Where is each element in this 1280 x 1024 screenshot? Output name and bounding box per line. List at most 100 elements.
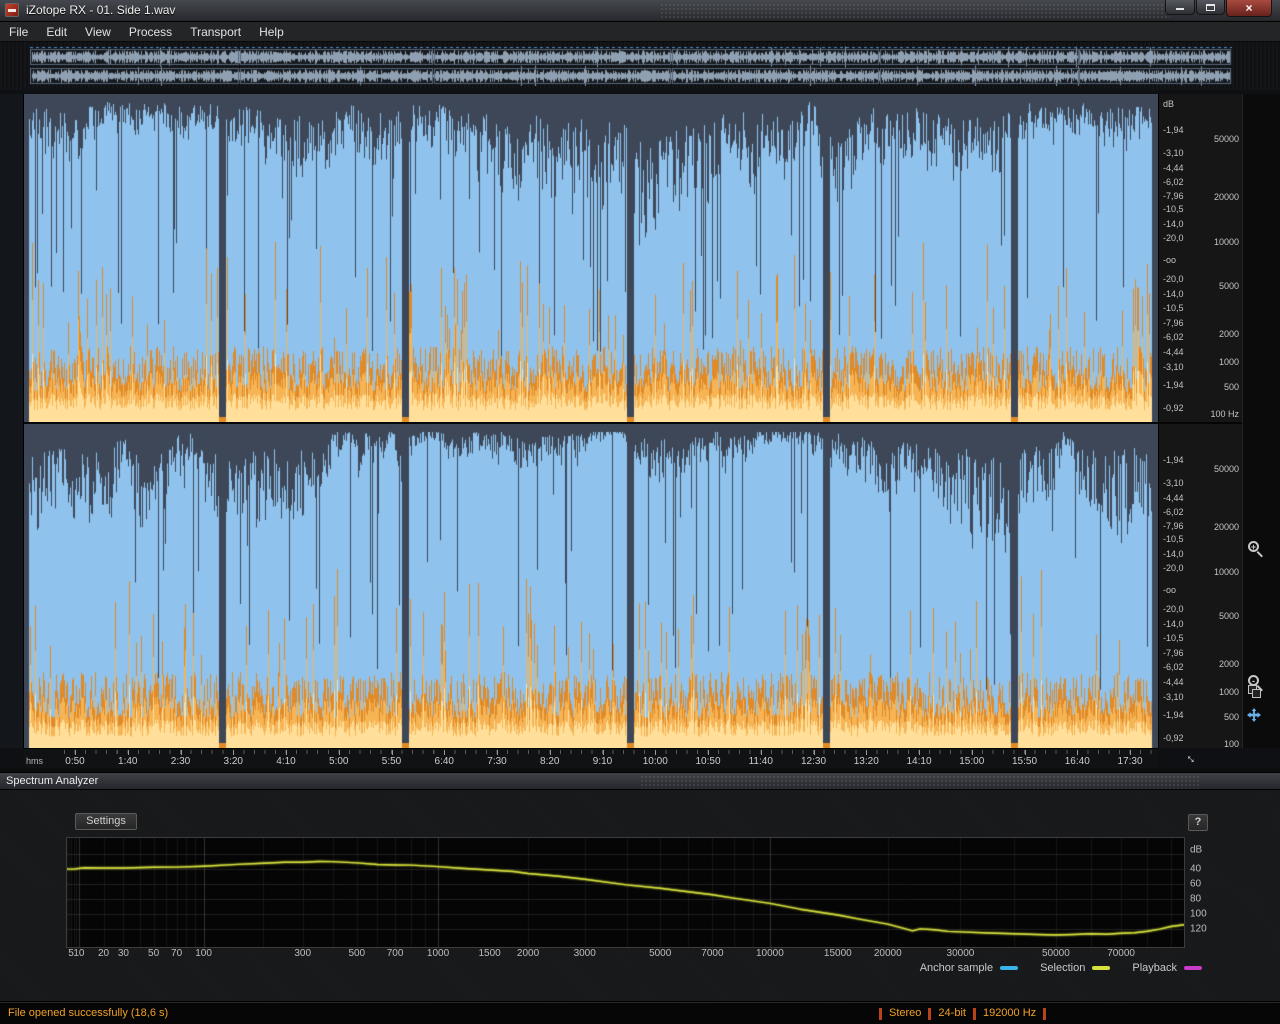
maximize-button[interactable]: [1196, 0, 1225, 15]
overview-waveform-canvas[interactable]: [30, 46, 1232, 86]
minimize-icon: [1176, 8, 1184, 10]
minimize-button[interactable]: [1165, 0, 1195, 15]
spectrum-freq-tick: 300: [294, 948, 312, 959]
title-bar[interactable]: iZotope RX - 01. Side 1.wav ×: [0, 0, 1280, 22]
pan-tool-icon[interactable]: [1247, 708, 1265, 726]
freq-scale-label: 100 Hz: [1210, 409, 1239, 419]
menu-item-help[interactable]: Help: [250, 22, 293, 42]
status-bar: File opened successfully (18,6 s) Stereo…: [0, 1002, 1280, 1024]
menu-item-view[interactable]: View: [76, 22, 120, 42]
ruler-time-label: 13:20: [853, 756, 879, 767]
db-scale-label: -10,5: [1163, 633, 1184, 643]
legend-swatch: [1000, 966, 1019, 970]
zoom-selection-icon[interactable]: [1247, 684, 1265, 702]
status-separator: [928, 1007, 932, 1020]
waveform-right-channel[interactable]: [24, 424, 1158, 748]
ruler-time-label: 7:30: [487, 756, 507, 767]
window-title: iZotope RX - 01. Side 1.wav: [26, 3, 176, 17]
ruler-tickmark: [444, 750, 446, 755]
db-scale-header: dB: [1163, 99, 1175, 109]
db-scale-label: -6,02: [1163, 332, 1184, 342]
menu-item-process[interactable]: Process: [120, 22, 181, 42]
status-format-item: 24-bit: [938, 1007, 966, 1019]
ruler-tickmark: [391, 750, 393, 755]
db-scale-label: -3,10: [1163, 478, 1184, 488]
freq-scale-label: 500: [1223, 382, 1239, 392]
ruler-time-label: 17:30: [1117, 756, 1143, 767]
legend-label: Selection: [1040, 962, 1086, 974]
db-scale-label: -10,5: [1163, 534, 1184, 544]
legend-swatch: [1092, 966, 1111, 970]
db-scale-label: -4,44: [1163, 347, 1184, 357]
status-separator: [972, 1007, 976, 1020]
freq-scale-label: 1000: [1218, 687, 1239, 697]
spectrum-plot-frame: [66, 837, 1185, 948]
spectrum-canvas[interactable]: [67, 838, 1184, 947]
ruler-time-label: 8:20: [540, 756, 560, 767]
spectrum-db-tick: 100: [1190, 908, 1207, 920]
close-icon: ×: [1245, 1, 1253, 15]
legend-item-playback: Playback: [1132, 962, 1202, 974]
spectrum-analyzer-titlebar[interactable]: Spectrum Analyzer: [0, 772, 1280, 790]
ruler-tickmark: [708, 750, 709, 755]
status-format-item: Stereo: [889, 1007, 922, 1019]
spectrum-freq-tick: 50: [148, 948, 160, 959]
ruler-time-label: 2:30: [170, 756, 191, 767]
db-scale-label: -20,0: [1163, 274, 1184, 284]
freq-scale-label: 2000: [1218, 329, 1239, 339]
ruler-tickmark: [127, 750, 129, 755]
status-separator: [879, 1007, 882, 1020]
db-scale-label: -oo: [1163, 585, 1177, 595]
ruler-tickmark: [1130, 750, 1131, 755]
spectrum-legend: Anchor sample Selection Playback: [920, 962, 1202, 974]
spectrum-freq-tick: 1000: [426, 948, 450, 959]
help-button[interactable]: ?: [1188, 814, 1208, 831]
db-scale-label: -4,44: [1163, 163, 1184, 173]
db-scale-label: -1,94: [1163, 710, 1184, 720]
settings-button[interactable]: Settings: [75, 813, 137, 830]
ruler-tickmark: [602, 750, 604, 755]
ruler-time-label: 14:10: [906, 756, 932, 767]
overview-strip: [0, 42, 1280, 90]
status-format-group: Stereo 24-bit 192000 Hz: [872, 1003, 1053, 1024]
spectrum-freq-tick: 10000: [755, 948, 784, 959]
menu-item-file[interactable]: File: [0, 22, 37, 42]
spectrum-db-tick: dB: [1190, 844, 1203, 856]
ruler-minor-ticks: [64, 750, 1154, 754]
ruler-tickmark: [75, 750, 76, 755]
spectrum-freq-tick: 500: [348, 948, 366, 959]
ruler-time-label: 15:50: [1011, 756, 1038, 767]
ruler-tickmark: [866, 750, 868, 755]
menu-item-transport[interactable]: Transport: [181, 22, 250, 42]
db-scale-label: -1,94: [1163, 380, 1184, 390]
ruler-tickmark: [1024, 750, 1026, 755]
spectrum-freq-tick: 7000: [701, 948, 724, 959]
spectrum-freq-tick: 15000: [823, 948, 852, 959]
freq-scale-label: 5000: [1218, 281, 1239, 291]
spectrum-analyzer-title: Spectrum Analyzer: [6, 775, 99, 787]
spectrum-freq-tick: 5000: [649, 948, 672, 959]
ruler-time-label: 10:50: [695, 756, 721, 767]
legend-label: Playback: [1132, 962, 1177, 974]
db-scale-label: -7,96: [1163, 648, 1184, 658]
left-gutter: [0, 94, 24, 748]
spectrum-titlebar-texture: [640, 775, 1200, 789]
spectrum-db-tick: 120: [1190, 923, 1207, 935]
menu-bar: File Edit View Process Transport Help: [0, 22, 1280, 42]
spectrum-freq-tick: 20: [98, 948, 110, 959]
zoom-in-icon[interactable]: +: [1247, 540, 1265, 558]
ruler-time-label: 12:30: [800, 756, 827, 767]
menu-item-edit[interactable]: Edit: [37, 22, 76, 42]
ruler-tickmark: [919, 750, 920, 755]
ruler-time-label: 3:20: [223, 756, 243, 767]
scale-separator: [1159, 422, 1243, 424]
ruler-time-label: 10:00: [642, 756, 668, 767]
titlebar-texture: [660, 3, 1170, 19]
db-scale-label: -10,5: [1163, 204, 1184, 214]
close-button[interactable]: ×: [1226, 0, 1272, 17]
db-scale-label: -0,92: [1163, 733, 1184, 743]
time-ruler[interactable]: hms 0:50 1:40 2:30 3:20 4:10 5:00 5:50 6:40 7:30…: [24, 748, 1158, 768]
db-scale-label: -6,02: [1163, 662, 1184, 672]
waveform-left-channel[interactable]: [24, 94, 1158, 422]
db-scale-label: -14,0: [1163, 289, 1184, 299]
